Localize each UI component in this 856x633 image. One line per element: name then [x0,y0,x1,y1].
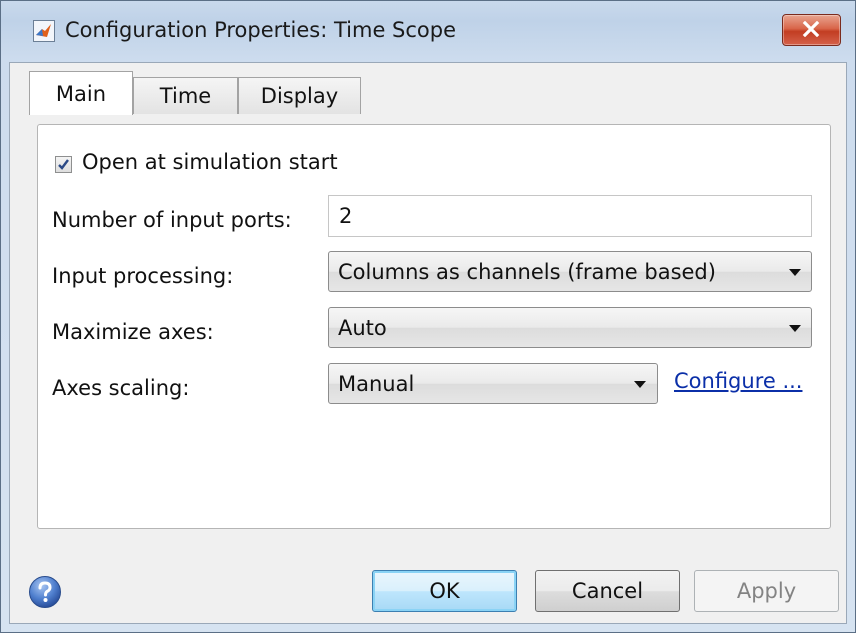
chevron-down-icon [789,325,801,332]
window-title: Configuration Properties: Time Scope [65,18,457,42]
close-icon [802,21,820,37]
input-processing-label: Input processing: [52,264,234,288]
input-processing-select[interactable]: Columns as channels (frame based) [328,251,812,292]
close-button[interactable] [782,14,841,46]
open-at-start-label: Open at simulation start [82,150,338,174]
tab-main-label: Main [55,82,107,106]
tab-display[interactable]: Display [238,77,361,114]
cancel-button-label: Cancel [571,579,644,603]
matlab-app-icon [33,20,55,42]
input-processing-value: Columns as channels (frame based) [338,260,716,284]
title-bar[interactable]: Configuration Properties: Time Scope [1,1,855,63]
tab-display-label: Display [260,84,339,108]
num-ports-label: Number of input ports: [52,208,292,232]
tab-time[interactable]: Time [133,77,238,114]
apply-button[interactable]: Apply [694,570,839,612]
cancel-button[interactable]: Cancel [535,570,680,612]
chevron-down-icon [789,269,801,276]
chevron-down-icon [634,381,646,388]
open-at-start-checkbox[interactable] [55,156,72,173]
axes-scaling-select[interactable]: Manual [328,363,658,404]
configure-link[interactable]: Configure ... [674,369,802,393]
ok-button[interactable]: OK [372,570,517,612]
maximize-axes-value: Auto [338,316,387,340]
ok-button-label: OK [429,579,460,603]
num-ports-input[interactable] [328,195,812,237]
checkmark-icon [58,159,69,170]
apply-button-label: Apply [736,579,797,603]
axes-scaling-label: Axes scaling: [52,376,190,400]
maximize-axes-select[interactable]: Auto [328,307,812,348]
help-icon[interactable] [28,575,62,609]
axes-scaling-value: Manual [338,372,415,396]
tab-time-label: Time [159,84,212,108]
maximize-axes-label: Maximize axes: [52,320,214,344]
tab-main[interactable]: Main [29,71,133,115]
